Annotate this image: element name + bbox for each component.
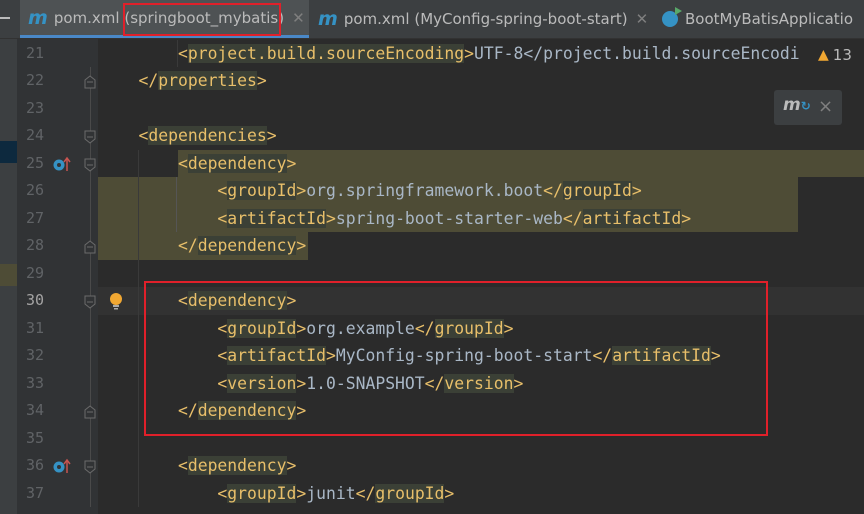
xml-tag-token: > [444, 483, 455, 503]
xml-tag-token: artifactId [227, 208, 326, 228]
xml-tag-token: dependencies [148, 126, 267, 145]
close-icon[interactable]: ✕ [292, 9, 305, 27]
line-number: 21 [25, 43, 44, 62]
inspection-warnings[interactable]: ▲ 13 [818, 46, 852, 64]
override-gutter-icon[interactable] [52, 156, 72, 172]
xml-tag-token: </ [355, 483, 376, 503]
annotation-box-dependency [144, 281, 768, 436]
xml-tag-token: > [266, 126, 277, 145]
xml-tag-token: > [681, 208, 692, 228]
tab-bootmybatisapplication[interactable]: BootMyBatisApplicatio [662, 0, 853, 38]
xml-tag-token: > [296, 181, 307, 200]
xml-tag-token: groupId [375, 483, 445, 503]
line-number: 23 [25, 98, 44, 117]
xml-tag-token: artifactId [582, 208, 682, 228]
maven-icon: m [28, 6, 48, 29]
line-number: 29 [25, 263, 44, 282]
maven-reload-icon[interactable]: m↻ [783, 95, 811, 115]
code-line[interactable]: <dependency> [99, 452, 296, 480]
xml-tag-token: </ [562, 208, 583, 228]
line-number: 33 [25, 373, 44, 392]
line-number: 24 [25, 126, 44, 144]
xml-tag-token: project.build.sourceEncoding [187, 43, 465, 63]
xml-tag-token: </ [138, 71, 159, 90]
xml-tag-token: < [217, 208, 228, 228]
line-number: 25 [25, 153, 44, 172]
fold-marker-icon[interactable] [84, 404, 96, 419]
line-number: 37 [25, 483, 44, 502]
minimize-icon[interactable] [0, 17, 10, 19]
spring-run-icon [662, 7, 682, 27]
line-number: 22 [25, 71, 44, 89]
xml-tag-token: > [325, 208, 336, 228]
line-number: 35 [25, 428, 44, 447]
lightbulb-icon[interactable] [108, 292, 124, 310]
xml-tag-token: groupId [562, 181, 632, 200]
xml-tag-token: </ [177, 236, 198, 255]
xml-tag-token: > [296, 483, 307, 503]
xml-tag-token: > [464, 43, 475, 63]
xml-tag-token: > [286, 456, 297, 475]
xml-tag-token: groupId [227, 483, 297, 503]
xml-tag-token: < [177, 43, 188, 63]
warning-icon: ▲ [818, 47, 829, 63]
xml-tag-token: > [296, 236, 307, 255]
code-line[interactable]: <artifactId>spring-boot-starter-web</art… [99, 205, 691, 233]
line-number: 28 [25, 236, 44, 254]
xml-tag-token: </ [543, 181, 563, 200]
line-number: 30 [25, 291, 44, 309]
fold-marker-icon[interactable] [84, 239, 96, 254]
maven-icon: m [318, 8, 338, 30]
code-line[interactable]: <dependencies> [99, 122, 277, 150]
line-number: 36 [25, 456, 44, 474]
code-line[interactable]: <groupId>junit</groupId> [99, 480, 454, 508]
line-number: 27 [25, 208, 44, 227]
xml-tag-token: < [138, 126, 149, 145]
xml-tag-token: > [256, 71, 267, 90]
line-number: 26 [25, 181, 44, 199]
code-line[interactable]: <dependency> [99, 150, 296, 178]
override-gutter-icon[interactable] [52, 458, 72, 474]
xml-tag-token: > [286, 153, 297, 173]
xml-tag-token: < [217, 483, 228, 503]
fold-marker-icon[interactable] [84, 74, 96, 89]
xml-tag-token: properties [158, 71, 257, 90]
xml-tag-token: < [177, 153, 188, 173]
xml-tag-token: < [177, 456, 188, 475]
fold-marker-icon[interactable] [84, 459, 96, 474]
code-line[interactable]: <groupId>org.springframework.boot</group… [99, 177, 642, 205]
code-line[interactable]: <project.build.sourceEncoding>UTF-8</pro… [99, 40, 800, 68]
xml-tag-token: dependency [187, 153, 287, 173]
close-icon[interactable]: ✕ [636, 10, 649, 28]
fold-marker-icon[interactable] [84, 157, 96, 172]
maven-reload-popup: m↻ × [774, 90, 842, 125]
xml-tag-token: dependency [197, 236, 297, 255]
annotation-box-tab [123, 3, 281, 36]
code-line[interactable]: </dependency> [99, 232, 306, 260]
xml-tag-token: groupId [227, 181, 297, 200]
code-line[interactable]: </properties> [99, 67, 267, 95]
line-number: 31 [25, 318, 44, 337]
line-number: 32 [25, 346, 44, 364]
fold-marker-icon[interactable] [84, 129, 96, 144]
fold-marker-icon[interactable] [84, 294, 96, 309]
project-panel-edge [0, 39, 17, 514]
line-number: 34 [25, 401, 44, 419]
xml-tag-token: > [631, 181, 642, 200]
xml-tag-token: dependency [187, 456, 287, 475]
close-icon[interactable]: × [818, 96, 833, 117]
tab-pom-myconfig[interactable]: m pom.xml (MyConfig-spring-boot-start) ✕ [318, 0, 648, 38]
xml-tag-token: < [217, 181, 228, 200]
